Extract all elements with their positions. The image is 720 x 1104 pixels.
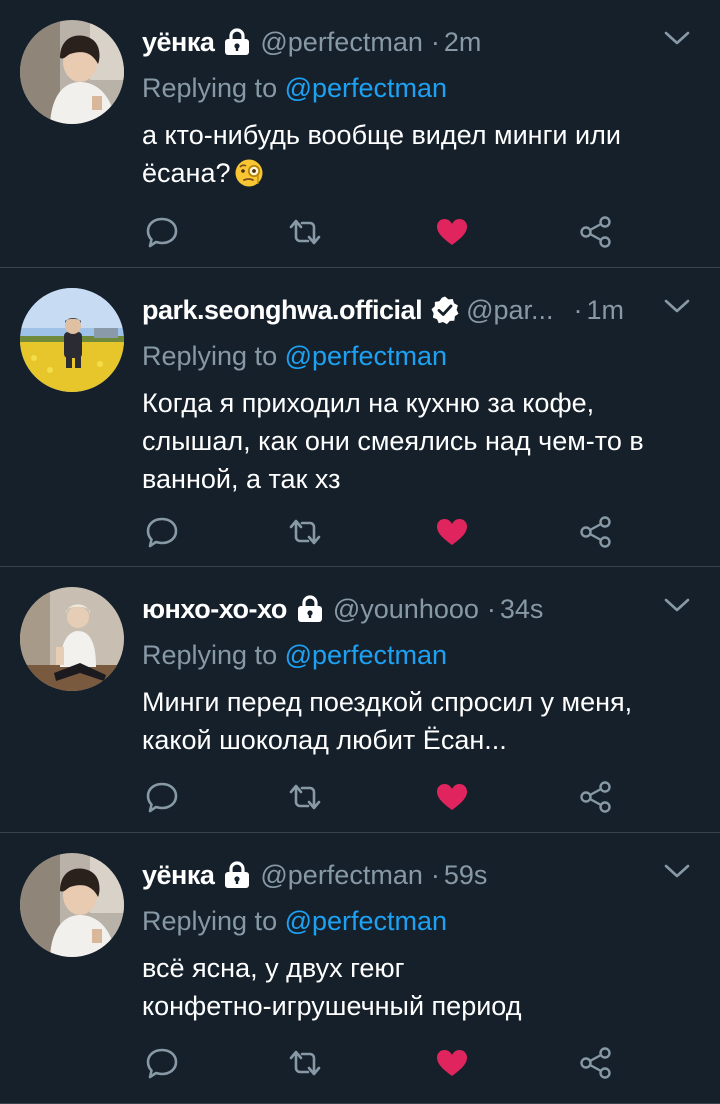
replying-prefix: Replying to (142, 906, 285, 936)
tweet-text: Минги перед поездкой спросил у меня, как… (142, 687, 633, 755)
display-name[interactable]: уёнка (142, 860, 215, 891)
replying-prefix: Replying to (142, 73, 285, 103)
heart-icon[interactable] (432, 1043, 472, 1083)
retweet-icon[interactable] (285, 777, 325, 817)
tweet[interactable]: юнхо-хо-хо @younhooo · 34s Replying to @… (0, 567, 720, 833)
lock-icon (297, 595, 323, 623)
mention-link[interactable]: @perfectman (285, 906, 447, 936)
reply-icon[interactable] (142, 212, 182, 252)
share-icon[interactable] (576, 512, 616, 552)
retweet-icon[interactable] (285, 512, 325, 552)
share-icon[interactable] (576, 212, 616, 252)
chevron-down-icon[interactable] (664, 597, 690, 618)
verified-icon (430, 295, 460, 325)
action-bar (142, 777, 642, 817)
handle[interactable]: @younhooo (333, 594, 479, 625)
handle[interactable]: @perfectman (260, 860, 422, 891)
lock-icon (224, 861, 250, 889)
replying-to: Replying to @perfectman (142, 68, 700, 108)
tweet-text: Когда я приходил на кухню за кофе, слыша… (142, 388, 644, 494)
time-separator: · (486, 593, 496, 624)
chevron-down-icon[interactable] (664, 863, 690, 884)
tweet[interactable]: уёнка @perfectman · 59s Replying to @per… (0, 833, 720, 1104)
display-name[interactable]: park.seonghwa.official (142, 295, 423, 326)
time-separator: · (573, 294, 583, 325)
handle[interactable]: @par... (466, 295, 553, 326)
action-bar (142, 1043, 642, 1083)
avatar[interactable] (20, 20, 124, 124)
mention-link[interactable]: @perfectman (285, 640, 447, 670)
retweet-icon[interactable] (285, 212, 325, 252)
reply-icon[interactable] (142, 512, 182, 552)
mention-link[interactable]: @perfectman (285, 73, 447, 103)
timestamp: 2m (443, 26, 482, 57)
handle[interactable]: @perfectman (260, 27, 422, 58)
action-bar (142, 212, 642, 252)
avatar[interactable] (20, 853, 124, 957)
tweet-text-body: а кто-нибудь вообще видел минги или ёсан… (142, 120, 621, 188)
action-bar (142, 512, 642, 552)
heart-icon[interactable] (432, 212, 472, 252)
time-separator: · (430, 26, 440, 57)
tweet[interactable]: park.seonghwa.official @par... · 1m Repl… (0, 268, 720, 567)
replying-prefix: Replying to (142, 640, 285, 670)
time-separator: · (430, 859, 440, 890)
timestamp: 59s (443, 859, 488, 890)
tweet-text: всё ясна, у двух геюг конфетно-игрушечны… (142, 953, 522, 1021)
replying-to: Replying to @perfectman (142, 635, 700, 675)
mention-link[interactable]: @perfectman (285, 341, 447, 371)
avatar[interactable] (20, 587, 124, 691)
display-name[interactable]: юнхо-хо-хо (142, 594, 287, 625)
heart-icon[interactable] (432, 512, 472, 552)
reply-icon[interactable] (142, 777, 182, 817)
heart-icon[interactable] (432, 777, 472, 817)
replying-to: Replying to @perfectman (142, 901, 700, 941)
chevron-down-icon[interactable] (664, 298, 690, 319)
timestamp: 1m (586, 294, 625, 325)
timestamp: 34s (499, 593, 544, 624)
chevron-down-icon[interactable] (664, 30, 690, 51)
tweet-text: а кто-нибудь вообще видел минги или ёсан… (142, 116, 700, 198)
avatar[interactable] (20, 288, 124, 392)
face-with-monocle-icon (234, 158, 264, 198)
tweet[interactable]: уёнка @perfectman · 2m Replying to @perf… (0, 0, 720, 268)
lock-icon (224, 28, 250, 56)
replying-prefix: Replying to (142, 341, 285, 371)
share-icon[interactable] (576, 777, 616, 817)
display-name[interactable]: уёнка (142, 27, 215, 58)
share-icon[interactable] (576, 1043, 616, 1083)
replying-to: Replying to @perfectman (142, 336, 700, 376)
retweet-icon[interactable] (285, 1043, 325, 1083)
reply-icon[interactable] (142, 1043, 182, 1083)
